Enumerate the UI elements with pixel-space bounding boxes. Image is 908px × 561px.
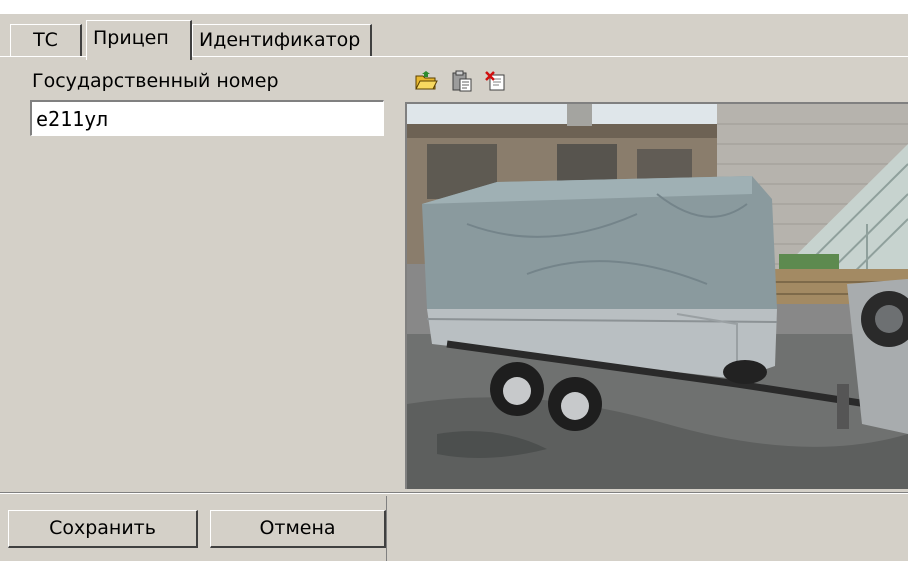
save-button[interactable]: Сохранить: [8, 510, 198, 548]
tab-vehicle[interactable]: ТС: [10, 24, 82, 56]
tab-identifier[interactable]: Идентификатор: [192, 24, 372, 56]
paste-icon[interactable]: [450, 69, 474, 93]
tab-strip: ТС Идентификатор Прицеп: [0, 14, 908, 60]
footer-separator: [0, 492, 908, 494]
plate-number-label: Государственный номер: [32, 70, 279, 92]
tab-label: ТС: [33, 29, 58, 51]
tab-label: Идентификатор: [199, 29, 361, 51]
delete-image-icon[interactable]: [484, 69, 508, 93]
trailer-photo: [405, 102, 908, 489]
footer-divider: [386, 496, 387, 561]
trailer-dialog: ТС Идентификатор Прицеп Государственный …: [0, 14, 908, 561]
tab-label: Прицеп: [93, 27, 169, 49]
tab-trailer[interactable]: Прицеп: [86, 20, 192, 60]
plate-number-input[interactable]: е211ул: [30, 100, 384, 136]
photo-toolbar: [406, 63, 908, 99]
cancel-button[interactable]: Отмена: [210, 510, 386, 548]
open-folder-icon[interactable]: [414, 69, 438, 93]
